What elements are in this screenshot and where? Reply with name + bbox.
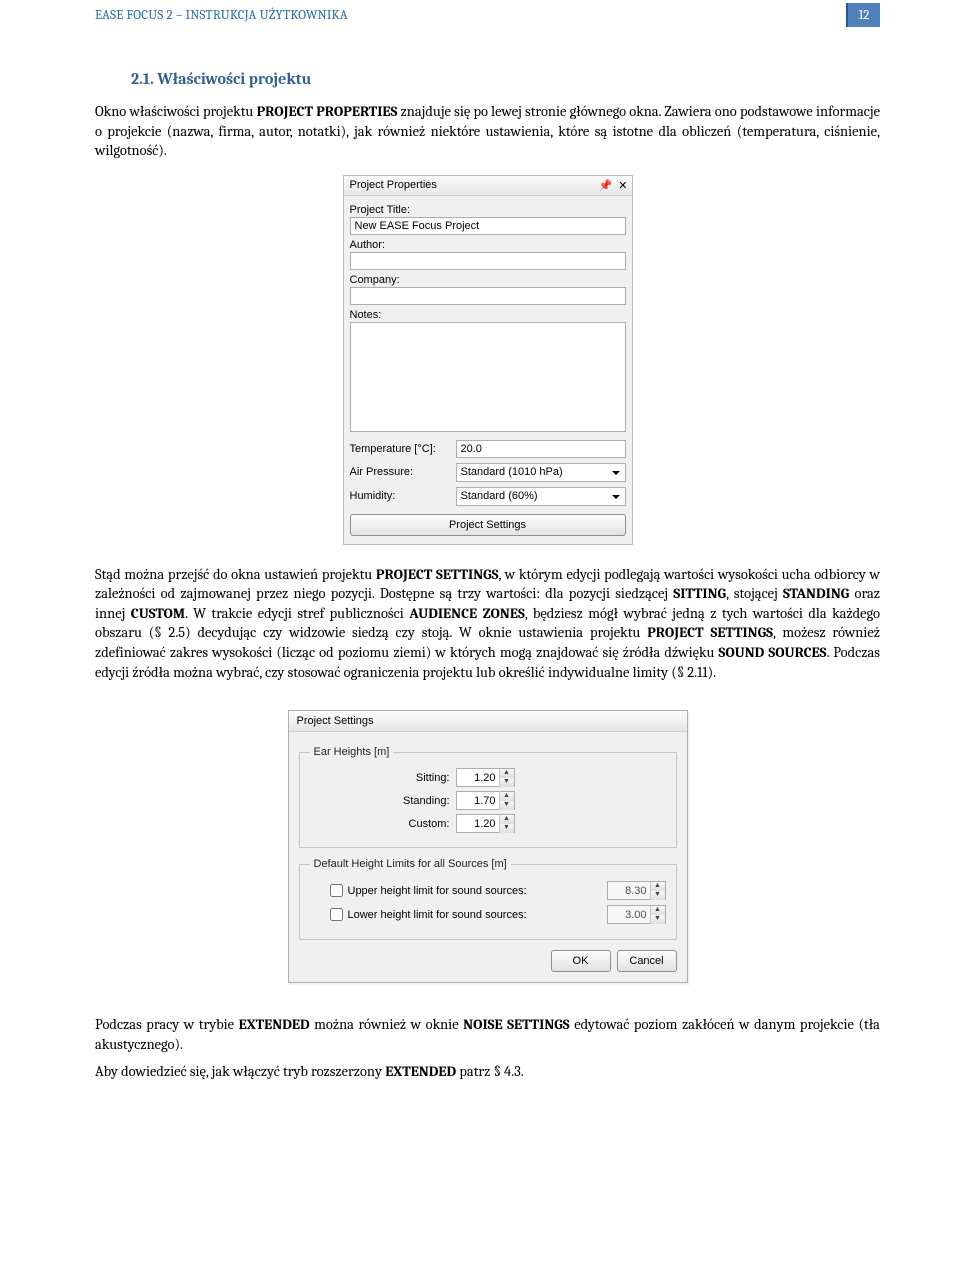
- paragraph-4: Aby dowiedzieć się, jak włączyć tryb roz…: [95, 1062, 880, 1082]
- label-notes: Notes:: [350, 309, 626, 321]
- page-number: 12: [846, 3, 880, 27]
- pin-icon[interactable]: 📌: [599, 179, 613, 192]
- text-bold: EXTENDED: [385, 1063, 456, 1080]
- label-air-pressure: Air Pressure:: [350, 466, 450, 478]
- spin-sitting-input[interactable]: [457, 769, 499, 786]
- panel-body: Project Title: Author: Company: Notes: T…: [344, 196, 632, 544]
- label-project-title: Project Title:: [350, 204, 626, 216]
- input-company[interactable]: [350, 287, 626, 305]
- text-bold: EXTENDED: [239, 1016, 310, 1033]
- paragraph-3: Podczas pracy w trybie EXTENDED można ró…: [95, 1015, 880, 1054]
- text: . W trakcie edycji stref publiczności: [185, 605, 409, 622]
- label-custom: Custom:: [310, 818, 450, 830]
- spin-custom[interactable]: ▲▼: [456, 814, 515, 833]
- paragraph-1: Okno właściwości projektu PROJECT PROPER…: [95, 102, 880, 161]
- text: , stojącej: [726, 585, 783, 602]
- text-bold: NOISE SETTINGS: [463, 1016, 570, 1033]
- dropdown-humidity[interactable]: Standard (60%): [456, 487, 626, 506]
- checkbox-lower-limit[interactable]: Lower height limit for sound sources:: [330, 908, 527, 921]
- label-author: Author:: [350, 239, 626, 251]
- chevron-down-icon: ▼: [651, 891, 665, 900]
- chevron-up-icon: ▲: [651, 882, 665, 891]
- project-settings-button[interactable]: Project Settings: [350, 514, 626, 536]
- project-properties-panel: Project Properties 📌 ✕ Project Title: Au…: [343, 175, 633, 545]
- checkbox-upper-limit-input[interactable]: [330, 884, 343, 897]
- text-bold: AUDIENCE ZONES: [409, 605, 525, 622]
- text-bold: PROJECT PROPERTIES: [257, 103, 398, 120]
- fieldset-default-height-limits: Default Height Limits for all Sources [m…: [299, 858, 677, 940]
- text-bold: STANDING: [783, 585, 849, 602]
- spin-upper-input: [608, 882, 650, 899]
- spin-lower-limit: ▲▼: [607, 905, 666, 924]
- text: Okno właściwości projektu: [95, 103, 257, 120]
- label-humidity: Humidity:: [350, 490, 450, 502]
- text: Aby dowiedzieć się, jak włączyć tryb roz…: [95, 1063, 385, 1080]
- chevron-up-icon[interactable]: ▲: [500, 792, 514, 801]
- text-bold: CUSTOM: [131, 605, 185, 622]
- page-header: EASE FOCUS 2 – INSTRUKCJA UŻYTKOWNIKA 12: [95, 0, 880, 30]
- chevron-down-icon[interactable]: ▼: [500, 778, 514, 787]
- text: można również w oknie: [310, 1016, 464, 1033]
- chevron-up-icon[interactable]: ▲: [500, 815, 514, 824]
- section-heading: 2.1. Właściwości projektu: [131, 70, 880, 88]
- dropdown-air-pressure[interactable]: Standard (1010 hPa): [456, 463, 626, 482]
- chevron-down-icon[interactable]: ▼: [500, 824, 514, 833]
- header-title: EASE FOCUS 2 – INSTRUKCJA UŻYTKOWNIKA: [95, 8, 348, 23]
- checkbox-lower-limit-input[interactable]: [330, 908, 343, 921]
- text-bold: SITTING: [673, 585, 726, 602]
- input-temperature[interactable]: 20.0: [456, 440, 626, 458]
- label-upper-limit: Upper height limit for sound sources:: [348, 885, 527, 897]
- spin-standing[interactable]: ▲▼: [456, 791, 515, 810]
- input-project-title[interactable]: [350, 217, 626, 235]
- chevron-down-icon: ▼: [651, 915, 665, 924]
- panel-titlebar: Project Properties 📌 ✕: [344, 176, 632, 196]
- ok-button[interactable]: OK: [551, 950, 611, 972]
- text-bold: PROJECT SETTINGS: [647, 624, 773, 641]
- dialog-title: Project Settings: [297, 715, 374, 727]
- chevron-up-icon: ▲: [651, 906, 665, 915]
- spin-sitting[interactable]: ▲▼: [456, 768, 515, 787]
- close-icon[interactable]: ✕: [618, 179, 627, 192]
- dialog-body: Ear Heights [m] Sitting: ▲▼ Standing: ▲▼: [289, 732, 687, 982]
- text: patrz § 4.3.: [456, 1063, 524, 1080]
- input-notes[interactable]: [350, 322, 626, 432]
- label-lower-limit: Lower height limit for sound sources:: [348, 909, 527, 921]
- spin-upper-limit: ▲▼: [607, 881, 666, 900]
- label-company: Company:: [350, 274, 626, 286]
- checkbox-upper-limit[interactable]: Upper height limit for sound sources:: [330, 884, 527, 897]
- text: Stąd można przejść do okna ustawień proj…: [95, 566, 376, 583]
- panel-title: Project Properties: [350, 179, 437, 191]
- legend-ear-heights: Ear Heights [m]: [310, 746, 394, 758]
- text: Podczas pracy w trybie: [95, 1016, 239, 1033]
- text-bold: PROJECT SETTINGS: [376, 566, 499, 583]
- label-standing: Standing:: [310, 795, 450, 807]
- chevron-up-icon[interactable]: ▲: [500, 769, 514, 778]
- label-sitting: Sitting:: [310, 772, 450, 784]
- spin-standing-input[interactable]: [457, 792, 499, 809]
- cancel-button[interactable]: Cancel: [617, 950, 677, 972]
- input-author[interactable]: [350, 252, 626, 270]
- spin-lower-input: [608, 906, 650, 923]
- legend-height-limits: Default Height Limits for all Sources [m…: [310, 858, 511, 870]
- text-bold: SOUND SOURCES: [719, 644, 827, 661]
- spin-custom-input[interactable]: [457, 815, 499, 832]
- chevron-down-icon[interactable]: ▼: [500, 801, 514, 810]
- project-settings-dialog: Project Settings Ear Heights [m] Sitting…: [288, 710, 688, 983]
- label-temperature: Temperature [°C]:: [350, 443, 450, 455]
- paragraph-2: Stąd można przejść do okna ustawień proj…: [95, 565, 880, 682]
- fieldset-ear-heights: Ear Heights [m] Sitting: ▲▼ Standing: ▲▼: [299, 746, 677, 848]
- dialog-titlebar: Project Settings: [289, 711, 687, 732]
